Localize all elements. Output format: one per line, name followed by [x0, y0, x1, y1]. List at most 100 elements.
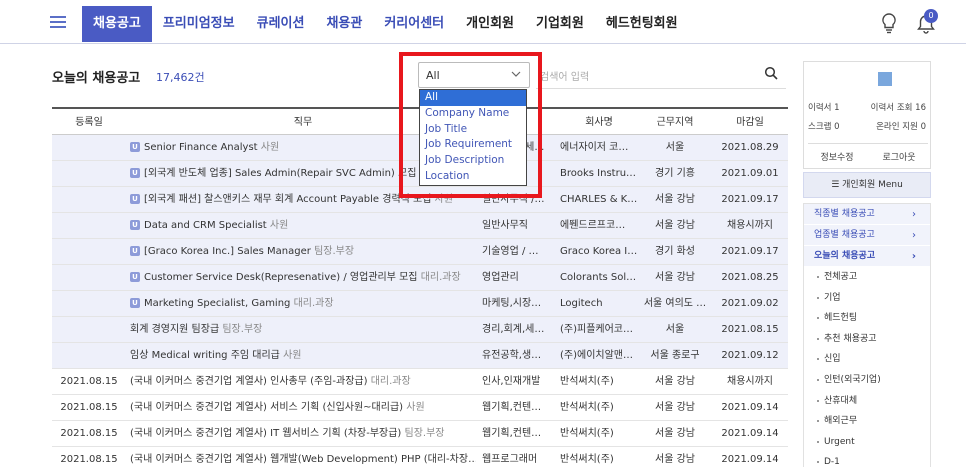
- company-name[interactable]: (주)에이치알맨…: [554, 343, 638, 368]
- job-title-cell[interactable]: (국내 이커머스 중견기업 계열사) 인사총무 (주임-과장급) 대리.과장: [126, 369, 476, 394]
- sidebar-category[interactable]: 오늘의 채용공고 ›: [804, 246, 930, 267]
- stat-resume-views[interactable]: 이력서 조회 16: [871, 101, 926, 113]
- company-name[interactable]: Graco Korea I…: [554, 239, 638, 264]
- sidebar-category-label: 오늘의 채용공고: [814, 251, 876, 261]
- sidebar-category[interactable]: 업종별 채용공고 ›: [804, 225, 930, 246]
- job-title-link[interactable]: (국내 이커머스 중견기업 계열사) 웹개발(Web Development) …: [130, 454, 476, 465]
- deadline: 2021.08.15: [721, 324, 779, 335]
- nav-item[interactable]: 커리어센터: [373, 6, 455, 42]
- job-title-cell[interactable]: (국내 이커머스 중견기업 계열사) IT 웹서비스 기획 (차장-부장급) 팀…: [126, 421, 476, 446]
- table-row[interactable]: 2021.08.15 (국내 이커머스 중견기업 계열사) 웹개발(Web Dev…: [52, 447, 788, 467]
- job-title-link[interactable]: Data and CRM Specialist: [144, 220, 267, 231]
- work-location: 서울: [665, 324, 685, 335]
- sidebar-subitem[interactable]: Urgent: [804, 432, 930, 453]
- nav-item[interactable]: 큐레이션: [246, 6, 316, 42]
- job-rank: 대리.과장: [293, 298, 334, 309]
- job-title-link[interactable]: [Graco Korea Inc.] Sales Manager: [144, 246, 311, 257]
- company-name[interactable]: 에너자이저 코…: [554, 135, 638, 160]
- chevron-right-icon: ›: [912, 230, 916, 241]
- table-row[interactable]: 회계 경영지원 팀장급 팀장.부장 경리,회계,세… (주)피플케어코… 서울 2021…: [52, 317, 788, 343]
- sidebar-subitem[interactable]: 전체공고: [804, 267, 930, 288]
- posted-date: [52, 187, 126, 212]
- job-title-link[interactable]: (국내 이커머스 중견기업 계열사) 인사총무 (주임-과장급): [130, 376, 368, 387]
- job-title-cell[interactable]: (국내 이커머스 중견기업 계열사) 서비스 기획 (신입사원~대리급) 사원: [126, 395, 476, 420]
- stat-resume[interactable]: 이력서 1: [808, 101, 840, 113]
- company-name[interactable]: (주)피플케어코…: [554, 317, 638, 342]
- company-name[interactable]: 반석써치(주): [554, 421, 638, 446]
- lightbulb-icon[interactable]: [880, 12, 898, 34]
- sidebar-subitem[interactable]: D-1: [804, 452, 930, 467]
- job-title-link[interactable]: Marketing Specialist, Gaming: [144, 298, 290, 309]
- job-category: 웹프로그래머: [482, 454, 538, 465]
- job-title-cell[interactable]: U Customer Service Desk(Represenative) / …: [126, 265, 476, 290]
- stat-row: 이력서 1 이력서 조회 16: [808, 101, 928, 113]
- table-row[interactable]: U Data and CRM Specialist 사원 일반사무직 에뛘드르프코… 서…: [52, 213, 788, 239]
- table-row[interactable]: 임상 Medical writing 주임 대리급 사원 유전공학,생… (주)에이…: [52, 343, 788, 369]
- company-name[interactable]: 반석써치(주): [554, 369, 638, 394]
- deadline: 2021.08.25: [721, 272, 779, 283]
- search-icon[interactable]: [764, 66, 778, 80]
- company-name[interactable]: 반석써치(주): [554, 395, 638, 420]
- member-menu-button[interactable]: ☰ 개인회원 Menu: [803, 172, 931, 198]
- job-title-link[interactable]: 회계 경영지원 팀장급: [130, 324, 219, 335]
- job-title-cell[interactable]: U [Graco Korea Inc.] Sales Manager 팀장.부장: [126, 239, 476, 264]
- job-title-cell[interactable]: U Marketing Specialist, Gaming 대리.과장: [126, 291, 476, 316]
- page-title: 오늘의 채용공고: [52, 71, 141, 86]
- avatar: [878, 72, 892, 86]
- table-row[interactable]: U Marketing Specialist, Gaming 대리.과장 마케팅,시…: [52, 291, 788, 317]
- company-name[interactable]: 에뛘드르프코…: [554, 213, 638, 238]
- company-name[interactable]: CHARLES & K…: [554, 187, 638, 212]
- job-title-cell[interactable]: (국내 이커머스 중견기업 계열사) 웹개발(Web Development) …: [126, 447, 476, 467]
- nav-item[interactable]: 채용공고: [82, 6, 152, 42]
- logout-button[interactable]: 로그아웃: [870, 150, 928, 163]
- company-name[interactable]: Brooks Instru…: [554, 161, 638, 186]
- nav-item[interactable]: 개인회원: [455, 6, 525, 42]
- company-name[interactable]: Logitech: [554, 291, 638, 316]
- dropdown-option[interactable]: Company Name: [420, 106, 526, 122]
- dropdown-option[interactable]: Location: [420, 169, 526, 185]
- dropdown-option[interactable]: Job Requirement: [420, 137, 526, 153]
- job-title-link[interactable]: (국내 이커머스 중견기업 계열사) 서비스 기획 (신입사원~대리급): [130, 402, 403, 413]
- table-row[interactable]: U [Graco Korea Inc.] Sales Manager 팀장.부장 기…: [52, 239, 788, 265]
- sidebar-subitem[interactable]: 기업: [804, 288, 930, 309]
- work-location: 서울 강남: [655, 376, 695, 387]
- sidebar-subitem[interactable]: 신입: [804, 349, 930, 370]
- stat-online-apply[interactable]: 온라인 지원 0: [876, 120, 926, 132]
- company-name[interactable]: 반석써치(주): [554, 447, 638, 467]
- table-row[interactable]: U Customer Service Desk(Represenative) / …: [52, 265, 788, 291]
- job-title-link[interactable]: Customer Service Desk(Represenative) / 영…: [144, 272, 418, 283]
- work-location: 서울: [665, 142, 685, 153]
- sidebar-category-label: 직종별 채용공고: [814, 209, 875, 219]
- sidebar-subitem[interactable]: 헤드헌팅: [804, 308, 930, 329]
- edit-info-button[interactable]: 정보수정: [808, 150, 866, 163]
- sidebar-subitem[interactable]: 추천 채용공고: [804, 329, 930, 350]
- dropdown-option[interactable]: Job Title: [420, 122, 526, 138]
- job-category: 일반사무직: [482, 220, 528, 231]
- job-title-link[interactable]: 임상 Medical writing 주임 대리급: [130, 350, 280, 361]
- nav-item[interactable]: 채용관: [315, 6, 373, 42]
- job-title-cell[interactable]: 회계 경영지원 팀장급 팀장.부장: [126, 317, 476, 342]
- hamburger-menu-icon[interactable]: [50, 16, 66, 28]
- table-row[interactable]: 2021.08.15 (국내 이커머스 중견기업 계열사) 서비스 기획 (신입사…: [52, 395, 788, 421]
- sidebar-subitem[interactable]: 해외근무: [804, 411, 930, 432]
- table-row[interactable]: 2021.08.15 (국내 이커머스 중견기업 계열사) IT 웹서비스 기획 …: [52, 421, 788, 447]
- nav-item[interactable]: 헤드헌팅회원: [595, 6, 689, 42]
- nav-item[interactable]: 프리미엄정보: [152, 6, 246, 42]
- dropdown-option[interactable]: Job Description: [420, 153, 526, 169]
- job-title-cell[interactable]: 임상 Medical writing 주임 대리급 사원: [126, 343, 476, 368]
- job-title-link[interactable]: (국내 이커머스 중견기업 계열사) IT 웹서비스 기획 (차장-부장급): [130, 428, 401, 439]
- job-title-link[interactable]: Senior Finance Analyst: [144, 142, 258, 153]
- table-row[interactable]: 2021.08.15 (국내 이커머스 중견기업 계열사) 인사총무 (주임-과장…: [52, 369, 788, 395]
- sidebar-category[interactable]: 직종별 채용공고 ›: [804, 204, 930, 225]
- stat-scrap[interactable]: 스크랩 0: [808, 120, 840, 132]
- search-input[interactable]: 검색어 입력: [540, 68, 589, 83]
- sidebar-subitem[interactable]: 인턴(외국기업): [804, 370, 930, 391]
- job-title-link[interactable]: [외국계 반도체 업종] Sales Admin(Repair SVC Admi…: [144, 168, 416, 179]
- dropdown-option[interactable]: All: [420, 90, 526, 106]
- company-name[interactable]: Colorants Sol…: [554, 265, 638, 290]
- nav-item[interactable]: 기업회원: [525, 6, 595, 42]
- job-title-link[interactable]: [외국계 패션] 찰스앤키스 재무 회계 Account Payable 경력직…: [144, 194, 431, 205]
- posted-date: [52, 343, 126, 368]
- sidebar-subitem[interactable]: 산휴대체: [804, 391, 930, 412]
- job-title-cell[interactable]: U Data and CRM Specialist 사원: [126, 213, 476, 238]
